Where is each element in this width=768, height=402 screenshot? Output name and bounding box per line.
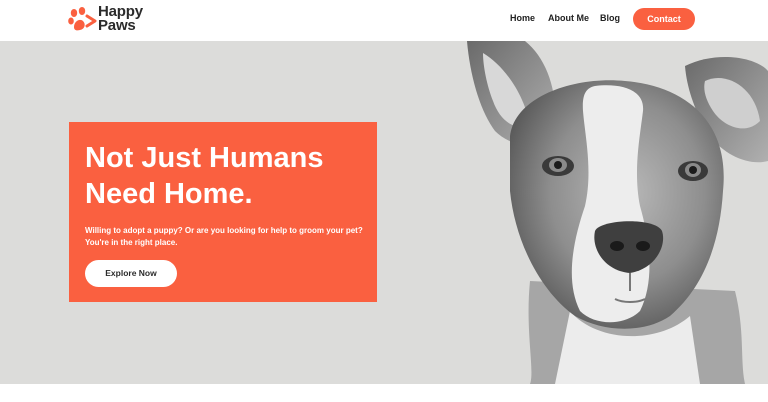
hero-title-line2: Need Home. bbox=[85, 178, 253, 210]
brand-line2: Paws bbox=[98, 17, 136, 34]
hero-section: Not Just Humans Need Home. Willing to ad… bbox=[0, 41, 768, 384]
hero-description: Willing to adopt a puppy? Or are you loo… bbox=[85, 226, 363, 247]
hero-title: Not Just Humans Need Home. bbox=[85, 140, 365, 212]
brand-logo[interactable]: Happy Paws bbox=[68, 4, 158, 35]
hero-title-line1: Not Just Humans bbox=[85, 142, 324, 174]
contact-button[interactable]: Contact bbox=[633, 8, 695, 30]
nav-about-link[interactable]: About Me bbox=[548, 13, 589, 23]
dog-photo bbox=[467, 41, 768, 384]
brand-name: Happy Paws bbox=[98, 4, 143, 34]
nav-home-link[interactable]: Home bbox=[510, 13, 535, 23]
hero-card: Not Just Humans Need Home. Willing to ad… bbox=[69, 122, 377, 302]
page-bottom-strip bbox=[0, 384, 768, 402]
paw-icon bbox=[68, 7, 97, 31]
explore-now-button[interactable]: Explore Now bbox=[85, 260, 177, 287]
site-header: Happy Paws Home About Me Blog Contact bbox=[0, 0, 768, 41]
nav-blog-link[interactable]: Blog bbox=[600, 13, 620, 23]
